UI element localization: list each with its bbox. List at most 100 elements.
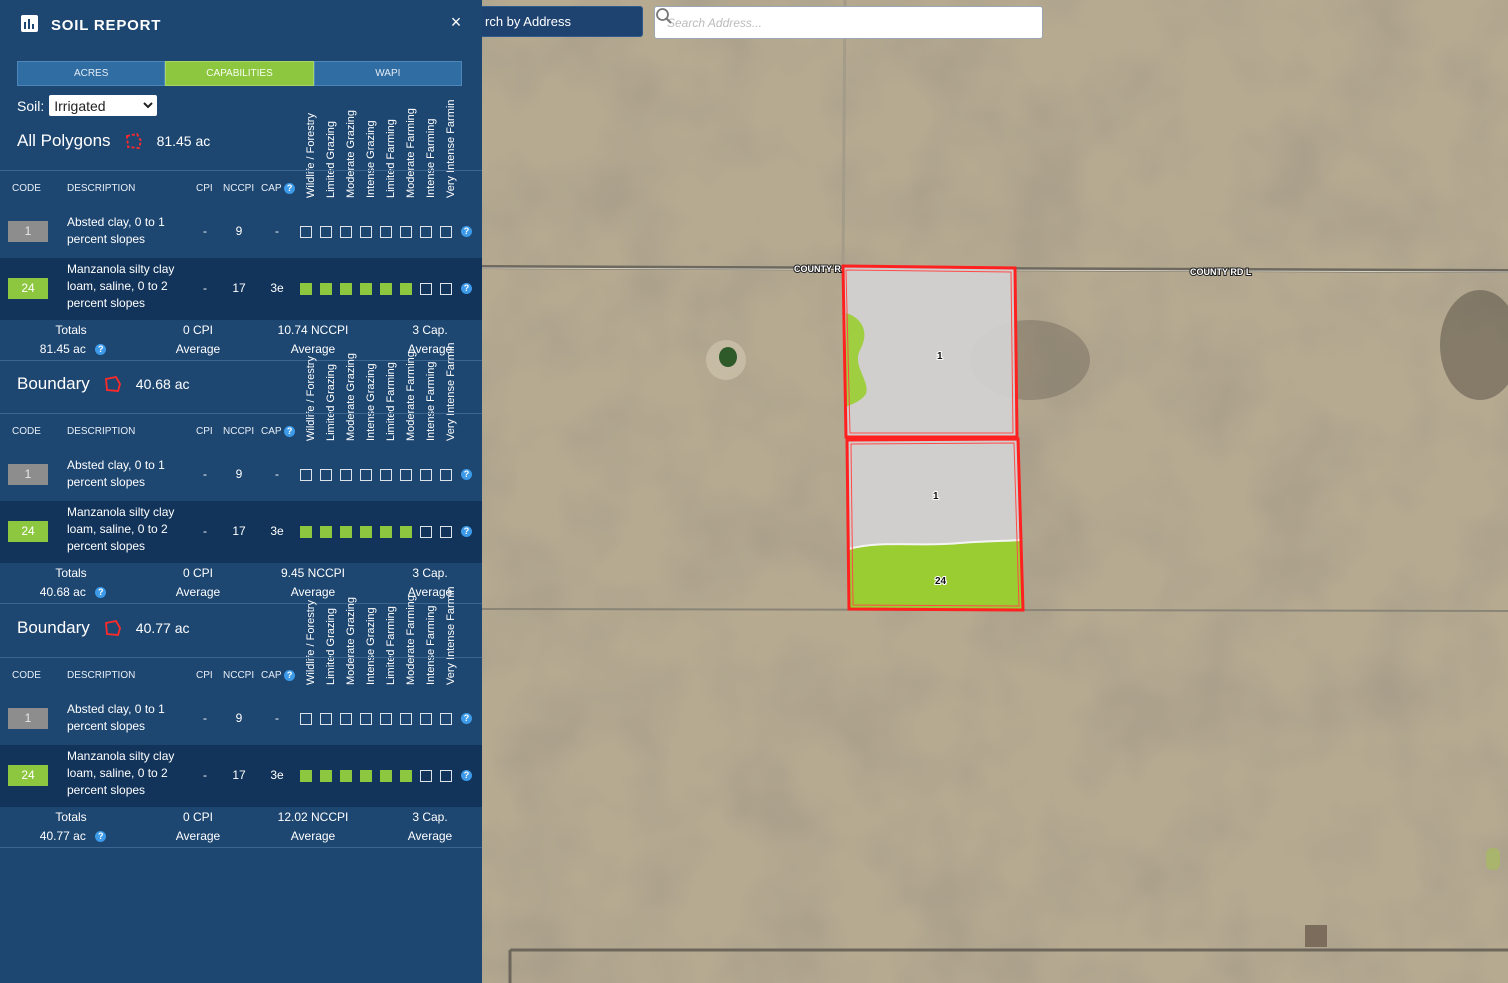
acres-info-icon[interactable]: ? <box>95 344 107 356</box>
section-acres: 40.68 ac <box>135 376 190 392</box>
capability-header-label: Intense Grazing <box>365 120 377 198</box>
capability-header-label: Limited Grazing <box>325 607 337 685</box>
capability-box <box>400 713 412 725</box>
soil-row[interactable]: 24 Manzanola silty clay loam, saline, 0 t… <box>0 745 482 807</box>
polygon-icon <box>104 376 121 392</box>
capability-header-label: Very Intense Farming <box>445 343 457 441</box>
col-nccpi: NCCPI <box>223 426 255 437</box>
tab-wapi[interactable]: WAPI <box>313 61 462 86</box>
report-section: Boundary 40.68 ac Wildlife / Forestry Limit… <box>0 343 482 616</box>
row-help-icon[interactable]: ? <box>461 469 472 480</box>
search-icon[interactable] <box>655 7 673 25</box>
soil-code-badge: 24 <box>8 278 48 299</box>
col-cap: CAP ? <box>261 426 296 438</box>
capability-header-label: Limited Grazing <box>325 120 337 198</box>
acres-info-icon[interactable]: ? <box>95 587 107 599</box>
soil-description: Absted clay, 0 to 1 percent slopes <box>67 458 165 489</box>
capability-box <box>380 469 392 481</box>
search-input[interactable] <box>665 7 1009 38</box>
capability-header-label: Wildlife / Forestry <box>305 356 317 441</box>
panel-header: SOIL REPORT × <box>0 0 482 48</box>
soil-row[interactable]: 1 Absted clay, 0 to 1 percent slopes - 9 -? <box>0 696 482 742</box>
col-cpi: CPI <box>196 183 213 194</box>
soil-type-select[interactable]: Irrigated <box>49 95 158 116</box>
soil-row[interactable]: 24 Manzanola silty clay loam, saline, 0 t… <box>0 501 482 563</box>
capability-box <box>300 770 312 782</box>
capability-header: Wildlife / Forestry <box>303 98 323 198</box>
totals-cap: 3 Cap. <box>412 810 448 824</box>
capability-box <box>340 713 352 725</box>
capability-headers: Wildlife / Forestry Limited Grazing Modera… <box>303 341 463 441</box>
capability-box <box>380 713 392 725</box>
tab-capabilities[interactable]: CAPABILITIES <box>165 61 314 86</box>
section-title: Boundary <box>17 618 90 637</box>
polygon-label: 1 <box>933 491 939 502</box>
section-title-row: All Polygons 81.45 ac <box>17 131 210 151</box>
section-title: Boundary <box>17 374 90 393</box>
capability-header-label: Very Intense Farming <box>445 100 457 198</box>
soil-code-badge: 1 <box>8 708 48 729</box>
totals-acres: 81.45 ac <box>39 342 86 356</box>
totals-nccpi: 12.02 NCCPI <box>277 810 349 824</box>
divider <box>0 413 482 414</box>
polygon-label: 1 <box>937 351 943 362</box>
section-acres: 40.77 ac <box>135 620 190 636</box>
capability-box <box>440 226 452 238</box>
capability-header: Very Intense Farming <box>443 341 463 441</box>
soil-nccpi: 9 <box>235 467 243 481</box>
capability-header: Limited Grazing <box>323 98 343 198</box>
row-help-icon[interactable]: ? <box>461 713 472 724</box>
report-section: Boundary 40.77 ac Wildlife / Forestry Limit… <box>0 587 482 860</box>
soil-polygon-code-24[interactable] <box>849 540 1023 610</box>
capability-header: Wildlife / Forestry <box>303 341 323 441</box>
row-help-icon[interactable]: ? <box>461 526 472 537</box>
section-title: All Polygons <box>17 131 111 150</box>
col-nccpi: NCCPI <box>223 670 255 681</box>
tab-acres[interactable]: ACRES <box>17 61 166 86</box>
close-button[interactable]: × <box>447 13 465 31</box>
capability-header-label: Moderate Farming <box>405 108 417 198</box>
address-search-box[interactable] <box>654 6 1043 39</box>
row-help-icon[interactable]: ? <box>461 770 472 781</box>
capability-box <box>360 226 372 238</box>
capability-box <box>320 770 332 782</box>
row-help-icon[interactable]: ? <box>461 226 472 237</box>
totals-acres-line: 40.68 ac ? <box>28 585 118 599</box>
capability-header-label: Wildlife / Forestry <box>305 113 317 198</box>
soil-cpi: - <box>203 711 207 725</box>
acres-info-icon[interactable]: ? <box>95 831 107 843</box>
capability-header: Intense Farming <box>423 98 443 198</box>
col-description: DESCRIPTION <box>67 426 136 437</box>
capability-header: Intense Grazing <box>363 341 383 441</box>
polygon-icon <box>104 620 121 636</box>
soil-label: Soil: <box>17 97 45 114</box>
search-mode-dropdown[interactable]: rch by Address <box>470 6 643 37</box>
soil-code-badge: 1 <box>8 464 48 485</box>
capability-header: Moderate Farming <box>403 341 423 441</box>
col-cap: CAP ? <box>261 183 296 194</box>
capability-header-label: Wildlife / Forestry <box>305 600 317 685</box>
cap-help-icon[interactable]: ? <box>284 670 296 681</box>
soil-description: Absted clay, 0 to 1 percent slopes <box>67 702 165 733</box>
soil-row[interactable]: 1 Absted clay, 0 to 1 percent slopes - 9 -? <box>0 209 482 255</box>
capability-box <box>320 226 332 238</box>
totals-cpi: 0 CPI <box>182 323 213 337</box>
totals-acres: 40.77 ac <box>39 829 86 843</box>
totals-cpi-sub: Average <box>175 342 221 356</box>
soil-row[interactable]: 24 Manzanola silty clay loam, saline, 0 t… <box>0 258 482 320</box>
soil-code-badge: 1 <box>8 221 48 242</box>
capability-header-label: Limited Grazing <box>325 363 337 441</box>
cap-help-icon[interactable]: ? <box>284 183 296 194</box>
cap-help-icon[interactable]: ? <box>284 426 296 437</box>
capability-header-label: Very Intense Farming <box>445 587 457 685</box>
col-cap-label: CAP <box>261 426 282 438</box>
capability-header: Limited Farming <box>383 585 403 685</box>
soil-polygon-code-1[interactable] <box>843 266 1017 437</box>
capability-header: Intense Farming <box>423 341 443 441</box>
capability-header: Intense Farming <box>423 585 443 685</box>
capability-box <box>320 283 332 295</box>
row-help-icon[interactable]: ? <box>461 283 472 294</box>
soil-row[interactable]: 1 Absted clay, 0 to 1 percent slopes - 9 -? <box>0 452 482 498</box>
capability-header: Limited Grazing <box>323 585 343 685</box>
capability-header: Moderate Grazing <box>343 585 363 685</box>
